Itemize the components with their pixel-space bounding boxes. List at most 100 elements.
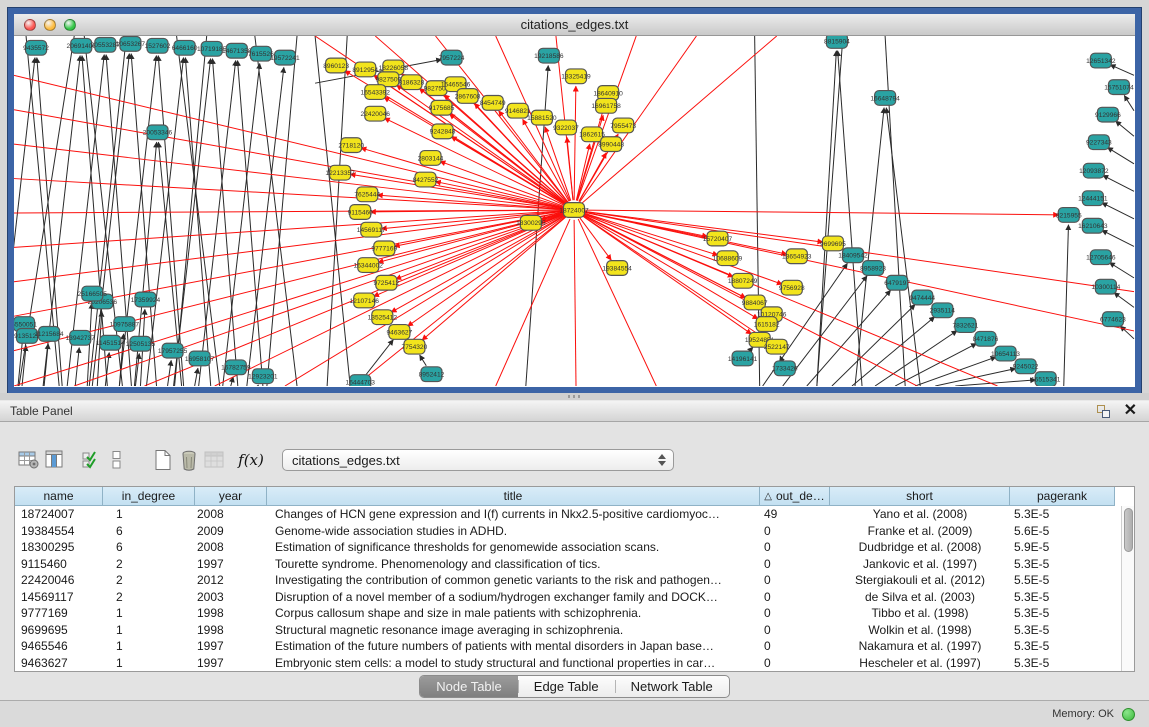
black-edge[interactable] [1109, 262, 1134, 277]
graph-node-label: 16444703 [346, 379, 376, 386]
graph-node-label: 18807249 [728, 278, 758, 285]
black-edge[interactable] [838, 51, 862, 386]
graph-node-label: 18640910 [593, 90, 623, 97]
deselect-all-icon[interactable] [104, 447, 130, 473]
table-cell: 5.3E-5 [1010, 638, 1115, 655]
network-window-title: citations_edges.txt [14, 17, 1135, 32]
graph-node-label: 1862615 [579, 132, 605, 139]
table-row[interactable]: 977716911998Corpus callosum shape and si… [15, 605, 1123, 622]
black-edge[interactable] [817, 36, 843, 386]
select-columns-icon[interactable] [42, 447, 68, 473]
network-view-window: citations_edges.txt 18724007896012389129… [8, 8, 1141, 393]
black-edge[interactable] [1102, 203, 1134, 219]
column-header-out_de[interactable]: △out_de… [760, 487, 830, 506]
black-edge[interactable] [749, 347, 753, 351]
table-row[interactable]: 1456911722003Disruption of a novel membe… [15, 589, 1123, 606]
table-settings-icon[interactable] [16, 447, 42, 473]
black-edge[interactable] [780, 356, 781, 359]
red-edge[interactable] [574, 220, 576, 386]
memory-status-label: Memory: OK [1052, 708, 1114, 720]
table-row[interactable]: 911546021997Tourette syndrome. Phenomeno… [15, 556, 1123, 573]
red-edge[interactable] [14, 212, 564, 350]
network-canvas[interactable]: 1872400789601238912954182260589827509165… [14, 36, 1135, 386]
graph-node-label: 10300114 [1091, 284, 1120, 291]
new-object-icon[interactable] [150, 447, 176, 473]
black-edge[interactable] [1103, 175, 1134, 191]
table-row[interactable]: 1938455462009Genome-wide association stu… [15, 523, 1123, 540]
black-edge[interactable] [1124, 95, 1134, 110]
black-edge[interactable] [1110, 65, 1134, 76]
black-edge[interactable] [855, 108, 884, 386]
black-edge[interactable] [146, 58, 183, 386]
column-header-year[interactable]: year [195, 487, 267, 506]
table-row[interactable]: 2242004622012Investigating the contribut… [15, 572, 1123, 589]
column-header-short[interactable]: short [830, 487, 1010, 506]
select-all-icon[interactable] [78, 447, 104, 473]
tab-edge-table[interactable]: Edge Table [518, 676, 615, 697]
network-window-titlebar[interactable]: citations_edges.txt [14, 14, 1135, 36]
table-row[interactable]: 1830029562008Estimation of significance … [15, 539, 1123, 556]
red-edge[interactable] [285, 215, 566, 386]
table-row[interactable]: 969969511998Structural magnetic resonanc… [15, 622, 1123, 639]
column-header-name[interactable]: name [15, 487, 103, 506]
black-edge[interactable] [1107, 147, 1134, 163]
black-edge[interactable] [177, 36, 220, 386]
graph-node-label: 2867608 [455, 93, 481, 100]
close-panel-icon[interactable]: ✕ [1124, 403, 1137, 419]
table-scrollbar[interactable] [1121, 506, 1134, 671]
black-edge[interactable] [195, 368, 198, 386]
panel-splitter[interactable] [0, 393, 1149, 400]
scrollbar-thumb[interactable] [1124, 508, 1133, 552]
black-edge[interactable] [1116, 121, 1134, 136]
red-edge[interactable] [578, 219, 656, 386]
graph-node-label: 9699695 [820, 241, 846, 248]
delete-icon[interactable] [176, 447, 202, 473]
black-edge[interactable] [168, 360, 172, 386]
table-row[interactable]: 1872400712008Changes of HCN gene express… [15, 506, 1123, 523]
black-edge[interactable] [44, 344, 48, 386]
black-edge[interactable] [255, 36, 297, 386]
column-header-title[interactable]: title [267, 487, 760, 506]
graph-node-label: 16958107 [185, 356, 215, 363]
black-edge[interactable] [212, 59, 237, 386]
graph-node-label: 15465546 [441, 82, 471, 89]
black-edge[interactable] [1120, 326, 1134, 339]
red-edge[interactable] [584, 212, 1134, 331]
red-edge[interactable] [584, 210, 1059, 215]
table-row[interactable]: 946554611997Estimation of the future num… [15, 638, 1123, 655]
red-edge[interactable] [496, 219, 570, 386]
black-edge[interactable] [175, 36, 207, 386]
black-edge[interactable] [258, 385, 259, 386]
tab-network-table[interactable]: Network Table [615, 676, 729, 697]
graph-node-label: 15751074 [1104, 85, 1134, 92]
red-edge[interactable] [14, 210, 564, 213]
black-edge[interactable] [199, 61, 236, 386]
black-edge[interactable] [89, 36, 126, 386]
graph-node-label: 8186328 [399, 80, 425, 87]
red-edge[interactable] [14, 75, 564, 207]
float-panel-icon[interactable] [1097, 405, 1110, 418]
black-edge[interactable] [366, 340, 393, 375]
black-edge[interactable] [885, 36, 905, 386]
column-header-pagerank[interactable]: pagerank [1010, 487, 1115, 506]
red-edge[interactable] [574, 86, 576, 200]
tab-node-table[interactable]: Node Table [420, 676, 518, 697]
black-edge[interactable] [852, 317, 935, 386]
black-edge[interactable] [420, 355, 427, 366]
column-header-in_degree[interactable]: in_degree [103, 487, 195, 506]
black-edge[interactable] [875, 331, 957, 386]
red-edge[interactable] [580, 36, 697, 202]
graph-node-label: 2718120 [338, 143, 364, 150]
red-edge[interactable] [215, 214, 565, 386]
function-builder-icon[interactable]: f(x) [238, 447, 264, 473]
black-edge[interactable] [1102, 230, 1134, 246]
graph-node-label: 1527602 [145, 43, 171, 50]
red-edge[interactable] [583, 214, 997, 386]
table-cell: 0 [760, 655, 830, 672]
table-row[interactable]: 946362711997Embryonic stem cells: a mode… [15, 655, 1123, 672]
table-cell: 1 [103, 605, 195, 622]
black-edge[interactable] [1064, 225, 1069, 386]
black-edge[interactable] [1114, 293, 1134, 308]
red-edge[interactable] [440, 161, 565, 206]
table-selector-dropdown[interactable]: citations_edges.txt [282, 449, 674, 471]
